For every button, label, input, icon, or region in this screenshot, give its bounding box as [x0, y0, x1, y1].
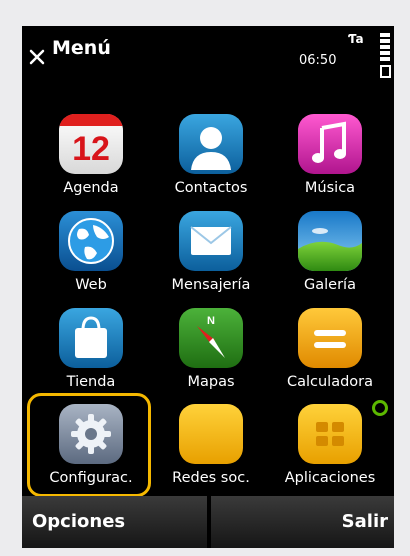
phone-screen: Menú Ƭa 06:50 12 Agenda Contactos Música…	[22, 26, 394, 548]
app-aplicaciones[interactable]: Aplicaciones	[271, 404, 381, 494]
calendar-icon: 12	[59, 114, 123, 174]
phone-frame: Menú Ƭa 06:50 12 Agenda Contactos Música…	[0, 0, 410, 556]
clock: 06:50	[299, 53, 337, 68]
app-calculadora[interactable]: Calculadora	[271, 308, 381, 398]
shopping-bag-icon	[59, 308, 123, 368]
app-label: Calculadora	[286, 374, 374, 390]
battery-icon	[380, 33, 391, 85]
app-musica[interactable]: Música	[271, 114, 381, 204]
app-contactos[interactable]: Contactos	[152, 114, 262, 204]
app-redes-sociales[interactable]: Redes soc.	[152, 404, 262, 494]
app-label: Configurac.	[49, 470, 133, 486]
close-icon[interactable]	[28, 48, 46, 66]
app-label: Mensajería	[171, 277, 251, 293]
app-label: Galería	[304, 277, 356, 293]
app-web[interactable]: Web	[32, 211, 142, 301]
gear-icon	[59, 404, 123, 464]
page-title: Menú	[52, 37, 111, 59]
options-button[interactable]: Opciones	[22, 496, 209, 548]
app-label: Redes soc.	[172, 470, 250, 486]
calculator-icon	[298, 308, 362, 368]
app-label: Aplicaciones	[284, 470, 376, 486]
compass-letter: N	[207, 315, 215, 327]
calendar-day: 12	[72, 130, 110, 168]
app-mensajeria[interactable]: Mensajería	[152, 211, 262, 301]
music-note-icon	[298, 114, 362, 174]
app-galeria[interactable]: Galería	[271, 211, 381, 301]
app-label: Contactos	[174, 180, 248, 196]
app-label: Música	[304, 180, 356, 196]
folder-icon	[179, 404, 243, 464]
apps-folder-icon	[298, 404, 362, 464]
contacts-icon	[179, 114, 243, 174]
app-mapas[interactable]: N Mapas	[152, 308, 262, 398]
app-configuracion[interactable]: Configurac.	[32, 404, 142, 494]
landscape-icon	[298, 211, 362, 271]
app-label: Agenda	[63, 180, 119, 196]
exit-button[interactable]: Salir	[211, 496, 394, 548]
globe-icon	[59, 211, 123, 271]
app-label: Web	[75, 277, 107, 293]
app-agenda[interactable]: 12 Agenda	[32, 114, 142, 204]
compass-icon: N	[179, 308, 243, 368]
app-label: Tienda	[66, 374, 116, 390]
network-indicator: Ƭa	[348, 32, 364, 46]
notification-dot-icon	[372, 400, 388, 416]
app-label: Mapas	[187, 374, 235, 390]
envelope-icon	[179, 211, 243, 271]
softkey-bar: Opciones Salir	[22, 496, 394, 548]
app-tienda[interactable]: Tienda	[32, 308, 142, 398]
